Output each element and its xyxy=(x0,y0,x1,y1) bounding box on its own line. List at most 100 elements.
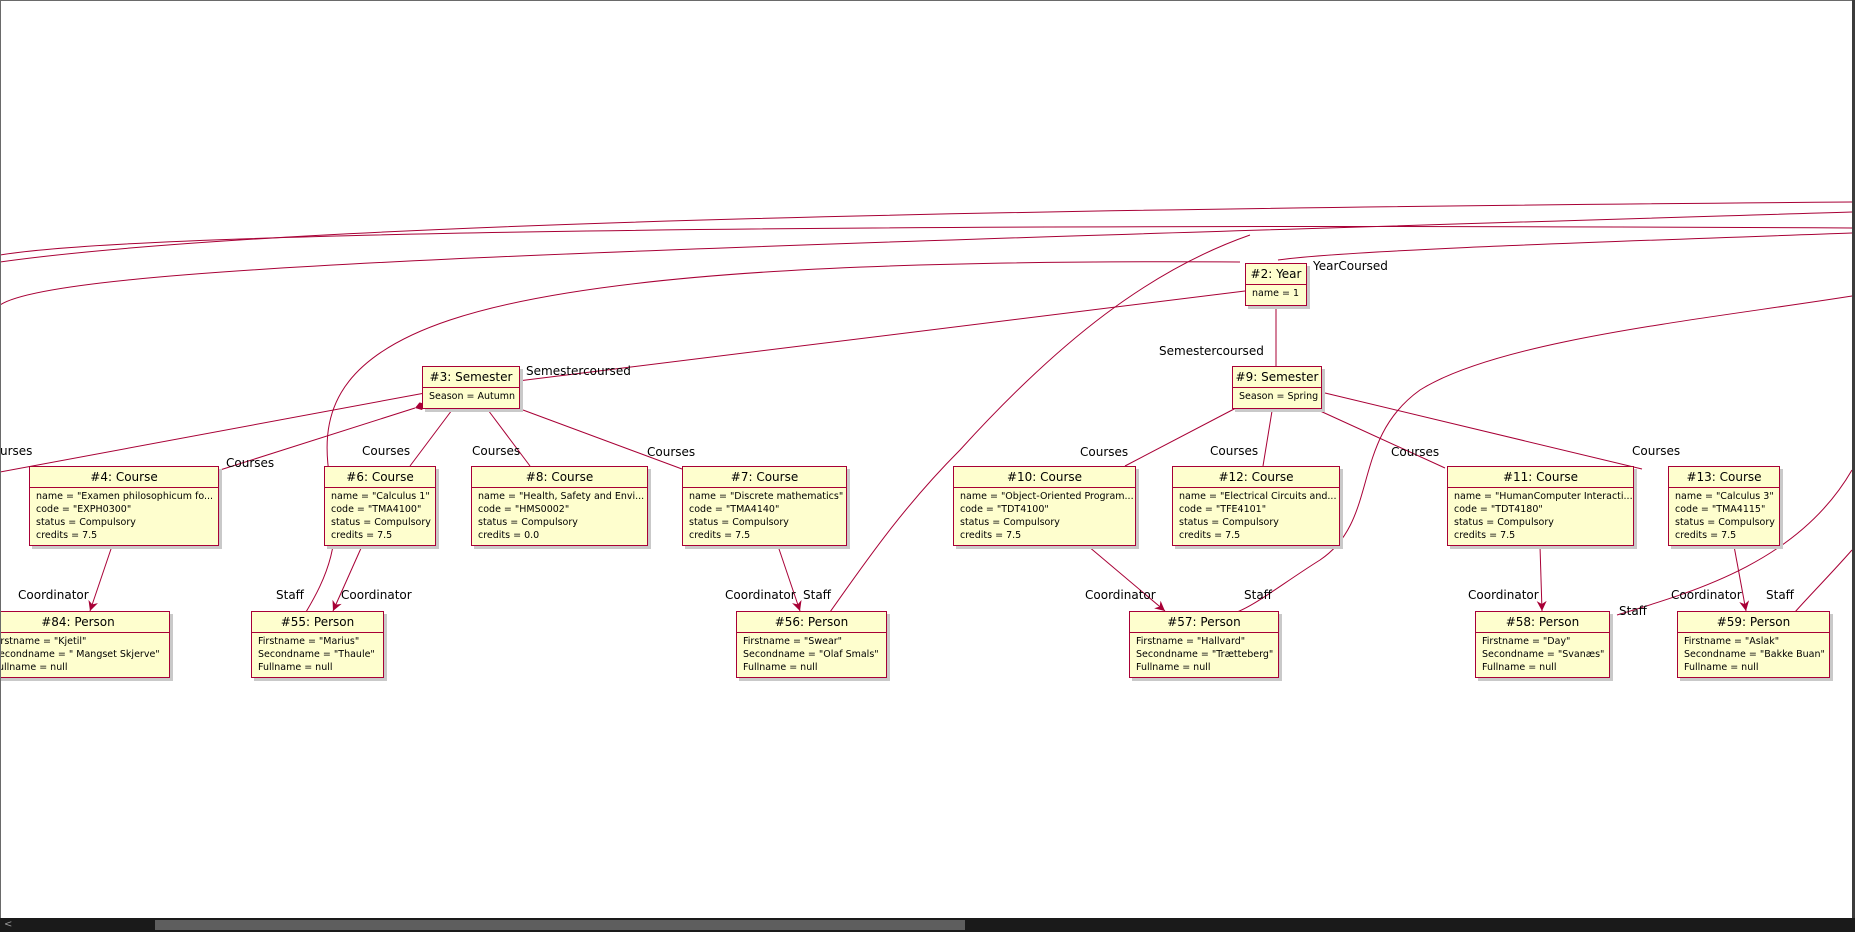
course-12-status: status = Compulsory xyxy=(1179,517,1279,528)
person-57-object[interactable]: #57: Person Firstname = "Hallvard" Secon… xyxy=(1129,611,1279,678)
course-4-credits: credits = 7.5 xyxy=(36,530,98,541)
person-56-object[interactable]: #56: Person Firstname = "Swear" Secondna… xyxy=(736,611,887,678)
course-4-object[interactable]: #4: Course name = "Examen philosophicum … xyxy=(29,466,219,546)
course-10-name: name = "Object-Oriented Program... xyxy=(960,491,1134,502)
label-staff-59: Staff xyxy=(1766,588,1794,602)
person-84-object[interactable]: #84: Person Firstname = "Kjetil" Secondn… xyxy=(0,611,170,678)
person-59-firstname: Firstname = "Aslak" xyxy=(1684,636,1780,647)
frame-left-border xyxy=(0,0,1,932)
course-7-object[interactable]: #7: Course name = "Discrete mathematics"… xyxy=(682,466,847,546)
scrollbar-thumb[interactable] xyxy=(155,920,965,930)
person-58-fullname: Fullname = null xyxy=(1482,662,1557,673)
edge-curve-2 xyxy=(0,211,1853,306)
person-58-title: #58: Person xyxy=(1476,612,1609,633)
edge-s3-far xyxy=(0,387,437,473)
label-coordinator-84: Coordinator xyxy=(18,588,89,602)
label-staff-55: Staff xyxy=(276,588,304,602)
semester-9-object[interactable]: #9: Semester Season = Spring xyxy=(1232,366,1322,409)
label-courses-c6: Courses xyxy=(362,444,411,458)
person-57-firstname: Firstname = "Hallvard" xyxy=(1136,636,1246,647)
person-59-title: #59: Person xyxy=(1678,612,1829,633)
course-4-status: status = Compulsory xyxy=(36,517,136,528)
person-56-fullname: Fullname = null xyxy=(743,662,818,673)
edge-s3-c7 xyxy=(511,404,683,470)
label-courses-c11: Courses xyxy=(1391,445,1440,459)
scroll-left-arrow-icon[interactable]: < xyxy=(4,918,14,932)
person-58-secondname: Secondname = "Svanæs" xyxy=(1482,649,1605,660)
course-13-status: status = Compulsory xyxy=(1675,517,1775,528)
person-84-secondname: Secondname = " Mangset Skjerve" xyxy=(0,649,160,660)
year-2-title: #2: Year xyxy=(1246,264,1306,285)
label-coordinator-59: Coordinator xyxy=(1671,588,1742,602)
course-12-name: name = "Electrical Circuits and... xyxy=(1179,491,1337,502)
course-12-object[interactable]: #12: Course name = "Electrical Circuits … xyxy=(1172,466,1340,546)
label-courses-c4: Courses xyxy=(226,456,275,470)
label-semestercoursed-left: Semestercoursed xyxy=(526,364,631,378)
person-57-secondname: Secondname = "Trætteberg" xyxy=(1136,649,1274,660)
person-55-title: #55: Person xyxy=(252,612,383,633)
person-58-firstname: Firstname = "Day" xyxy=(1482,636,1571,647)
course-11-status: status = Compulsory xyxy=(1454,517,1554,528)
course-8-object[interactable]: #8: Course name = "Health, Safety and En… xyxy=(471,466,648,546)
course-8-status: status = Compulsory xyxy=(478,517,578,528)
course-13-code: code = "TMA4115" xyxy=(1675,504,1766,515)
label-coordinator-56: Coordinator xyxy=(725,588,796,602)
label-courses-c10: Courses xyxy=(1080,445,1129,459)
course-4-title: #4: Course xyxy=(30,467,218,488)
course-13-name: name = "Calculus 3" xyxy=(1675,491,1774,502)
course-8-title: #8: Course xyxy=(472,467,647,488)
semester-9-attr: Season = Spring xyxy=(1239,391,1319,402)
edge-s9-c12 xyxy=(1262,399,1277,467)
label-staff-57: Staff xyxy=(1244,588,1272,602)
person-57-title: #57: Person xyxy=(1130,612,1278,633)
person-56-firstname: Firstname = "Swear" xyxy=(743,636,843,647)
person-57-fullname: Fullname = null xyxy=(1136,662,1211,673)
course-10-code: code = "TDT4100" xyxy=(960,504,1049,515)
year-2-attr: name = 1 xyxy=(1252,288,1299,299)
course-6-name: name = "Calculus 1" xyxy=(331,491,430,502)
year-2-object[interactable]: #2: Year name = 1 xyxy=(1245,263,1307,306)
edge-s3-c6 xyxy=(409,400,460,467)
course-13-object[interactable]: #13: Course name = "Calculus 3" code = "… xyxy=(1668,466,1780,546)
edge-staff-55 xyxy=(305,261,1241,613)
person-58-object[interactable]: #58: Person Firstname = "Day" Secondname… xyxy=(1475,611,1610,678)
course-8-credits: credits = 0.0 xyxy=(478,530,540,541)
label-courses-c12: Courses xyxy=(1210,444,1259,458)
diagram-edges xyxy=(0,201,1853,616)
person-55-fullname: Fullname = null xyxy=(258,662,333,673)
course-6-code: code = "TMA4100" xyxy=(331,504,422,515)
semester-3-attr: Season = Autumn xyxy=(429,391,516,402)
person-55-firstname: Firstname = "Marius" xyxy=(258,636,360,647)
course-12-title: #12: Course xyxy=(1173,467,1339,488)
course-13-credits: credits = 7.5 xyxy=(1675,530,1737,541)
course-10-credits: credits = 7.5 xyxy=(960,530,1022,541)
edge-s9-c11 xyxy=(1307,403,1446,469)
person-55-object[interactable]: #55: Person Firstname = "Marius" Secondn… xyxy=(251,611,384,678)
course-6-credits: credits = 7.5 xyxy=(331,530,393,541)
frame-top-border xyxy=(0,0,1855,1)
course-6-status: status = Compulsory xyxy=(331,517,431,528)
course-10-object[interactable]: #10: Course name = "Object-Oriented Prog… xyxy=(953,466,1136,546)
course-8-code: code = "HMS0002" xyxy=(478,504,570,515)
course-12-credits: credits = 7.5 xyxy=(1179,530,1241,541)
edge-curve-1 xyxy=(0,201,1853,263)
course-7-name: name = "Discrete mathematics" xyxy=(689,491,844,502)
person-84-title: #84: Person xyxy=(0,612,169,633)
label-staff-58: Staff xyxy=(1619,604,1647,618)
semester-3-object[interactable]: #3: Semester Season = Autumn xyxy=(422,366,520,409)
horizontal-scrollbar[interactable]: < xyxy=(0,918,1855,932)
label-year-coursed: YearCoursed xyxy=(1313,259,1388,273)
label-coordinator-55: Coordinator xyxy=(341,588,412,602)
course-6-object[interactable]: #6: Course name = "Calculus 1" code = "T… xyxy=(324,466,436,546)
person-59-object[interactable]: #59: Person Firstname = "Aslak" Secondna… xyxy=(1677,611,1830,678)
label-courses-far-left: urses xyxy=(0,444,33,458)
person-59-fullname: Fullname = null xyxy=(1684,662,1759,673)
course-4-name: name = "Examen philosophicum fo... xyxy=(36,491,214,502)
course-11-credits: credits = 7.5 xyxy=(1454,530,1516,541)
course-7-title: #7: Course xyxy=(683,467,846,488)
person-59-secondname: Secondname = "Bakke Buan" xyxy=(1684,649,1825,660)
course-7-code: code = "TMA4140" xyxy=(689,504,780,515)
course-11-object[interactable]: #11: Course name = "HumanComputer Intera… xyxy=(1447,466,1634,546)
edge-curve-7 xyxy=(1794,549,1853,613)
course-11-name: name = "HumanComputer Interacti... xyxy=(1454,491,1633,502)
